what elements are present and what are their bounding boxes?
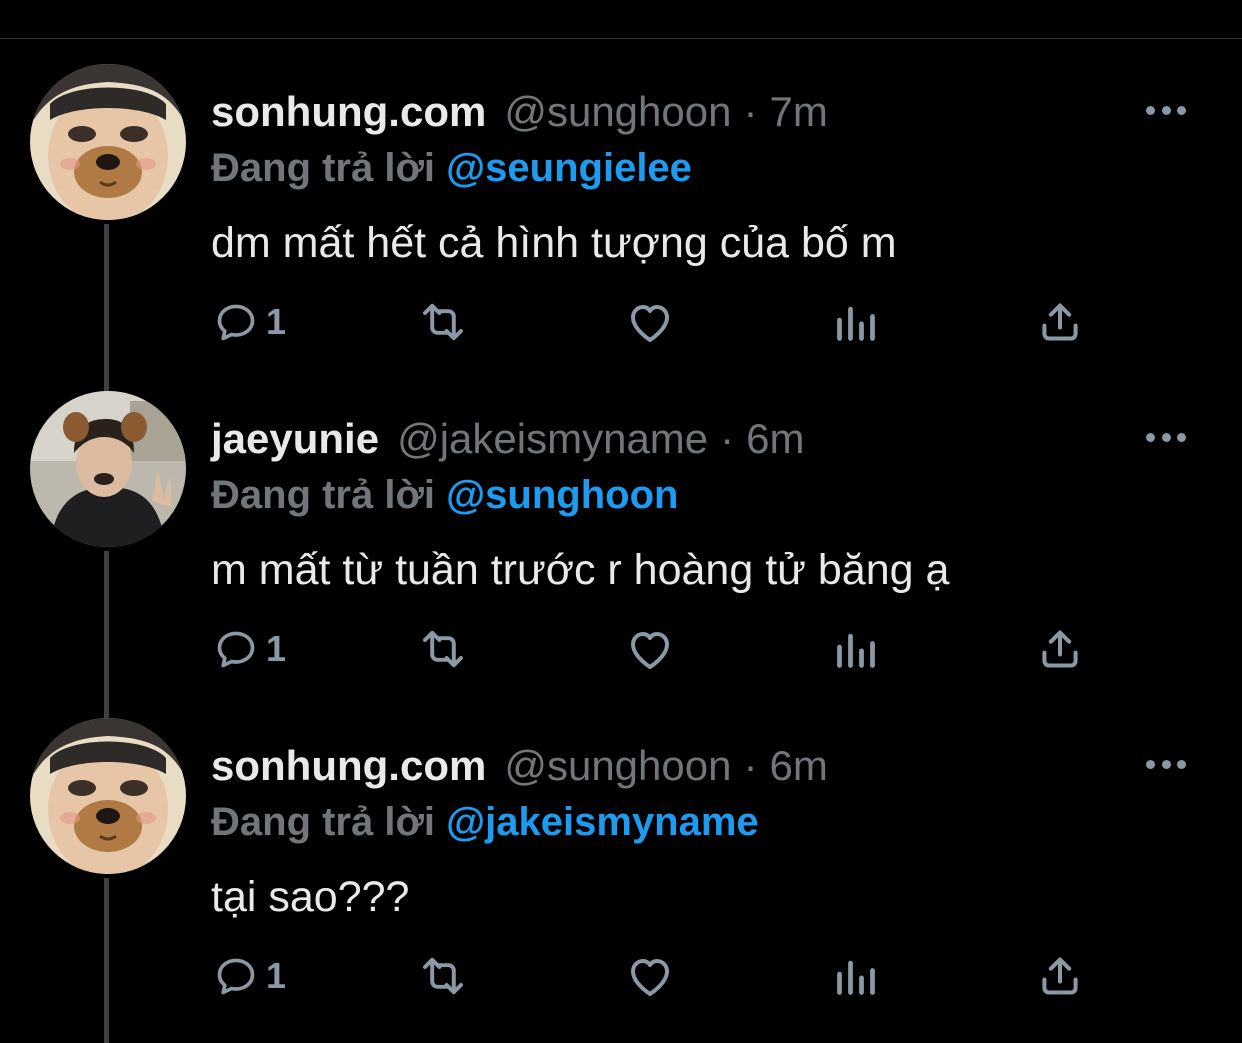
- like-button[interactable]: [626, 946, 674, 1006]
- reply-button[interactable]: 1: [214, 292, 286, 352]
- replying-to-label: Đang trả lời: [211, 146, 436, 190]
- timestamp[interactable]: 6m: [746, 409, 804, 469]
- reply-button[interactable]: 1: [214, 946, 286, 1006]
- analytics-icon: [837, 960, 875, 995]
- separator-dot: ·: [743, 742, 758, 789]
- retweet-icon: [423, 957, 463, 995]
- separator-dot: ·: [743, 88, 758, 135]
- analytics-icon: [837, 633, 875, 668]
- replying-to-label: Đang trả lời: [211, 800, 436, 844]
- avatar[interactable]: [30, 391, 186, 547]
- share-button[interactable]: [1038, 292, 1082, 352]
- reply-count: 1: [266, 955, 287, 996]
- display-name[interactable]: jaeyunie: [211, 409, 379, 469]
- mention-link[interactable]: @sunghoon: [446, 473, 678, 517]
- replying-to-line: Đang trả lời @seungielee: [211, 140, 692, 196]
- like-button[interactable]: [626, 292, 674, 352]
- like-icon: [631, 305, 669, 342]
- like-icon: [631, 632, 669, 669]
- more-options-icon[interactable]: [1146, 427, 1186, 447]
- display-name[interactable]: sonhung.com: [211, 736, 486, 796]
- retweet-button[interactable]: [416, 619, 470, 679]
- replying-to-line: Đang trả lời @jakeismyname: [211, 794, 759, 850]
- tweet-actions: 1: [0, 292, 1242, 352]
- tweet-header: sonhung.com @sunghoon · 7m: [211, 82, 828, 142]
- mention-link[interactable]: @seungielee: [446, 146, 692, 190]
- reply-button[interactable]: 1: [214, 619, 286, 679]
- tweet-header: sonhung.com @sunghoon · 6m: [211, 736, 828, 796]
- dog-filter-selfie-avatar: [30, 64, 186, 220]
- separator-dot: ·: [720, 415, 735, 462]
- tweet-text: m mất từ tuần trước r hoàng tử băng ạ: [211, 546, 950, 594]
- analytics-button[interactable]: [834, 292, 878, 352]
- replying-to-line: Đang trả lời @sunghoon: [211, 467, 678, 523]
- share-icon: [1042, 630, 1078, 668]
- reply-icon: [217, 958, 255, 995]
- reply-count: 1: [266, 628, 287, 669]
- analytics-icon: [837, 306, 875, 341]
- avatar[interactable]: [30, 718, 186, 874]
- more-options-icon[interactable]: [1146, 754, 1186, 774]
- tweet-text: tại sao???: [211, 873, 410, 921]
- user-handle[interactable]: @jakeismyname: [397, 409, 708, 469]
- retweet-icon: [423, 303, 463, 341]
- user-handle[interactable]: @sunghoon: [504, 736, 731, 796]
- analytics-button[interactable]: [834, 619, 878, 679]
- retweet-icon: [423, 630, 463, 668]
- replying-to-label: Đang trả lời: [211, 473, 436, 517]
- like-icon: [631, 959, 669, 996]
- tweet-header: jaeyunie @jakeismyname · 6m: [211, 409, 805, 469]
- tweet-actions: 1: [0, 946, 1242, 1006]
- timestamp[interactable]: 7m: [769, 82, 827, 142]
- tweet[interactable]: sonhung.com @sunghoon · 7m Đang trả lời …: [0, 38, 1242, 365]
- reply-icon: [217, 304, 255, 341]
- timestamp[interactable]: 6m: [769, 736, 827, 796]
- share-icon: [1042, 957, 1078, 995]
- user-handle[interactable]: @sunghoon: [504, 82, 731, 142]
- avatar[interactable]: [30, 64, 186, 220]
- tweet-text: dm mất hết cả hình tượng của bố m: [211, 219, 897, 267]
- share-button[interactable]: [1038, 946, 1082, 1006]
- mention-link[interactable]: @jakeismyname: [446, 800, 759, 844]
- display-name[interactable]: sonhung.com: [211, 82, 486, 142]
- reply-count: 1: [266, 301, 287, 342]
- dog-filter-selfie-avatar: [30, 718, 186, 874]
- tweet[interactable]: jaeyunie @jakeismyname · 6m Đang trả lời…: [0, 365, 1242, 692]
- share-icon: [1042, 303, 1078, 341]
- dog-ears-selfie-avatar: [30, 391, 186, 547]
- like-button[interactable]: [626, 619, 674, 679]
- share-button[interactable]: [1038, 619, 1082, 679]
- tweet-actions: 1: [0, 619, 1242, 679]
- reply-icon: [217, 631, 255, 668]
- analytics-button[interactable]: [834, 946, 878, 1006]
- more-options-icon[interactable]: [1146, 100, 1186, 120]
- retweet-button[interactable]: [416, 292, 470, 352]
- retweet-button[interactable]: [416, 946, 470, 1006]
- tweet[interactable]: sonhung.com @sunghoon · 6m Đang trả lời …: [0, 692, 1242, 1019]
